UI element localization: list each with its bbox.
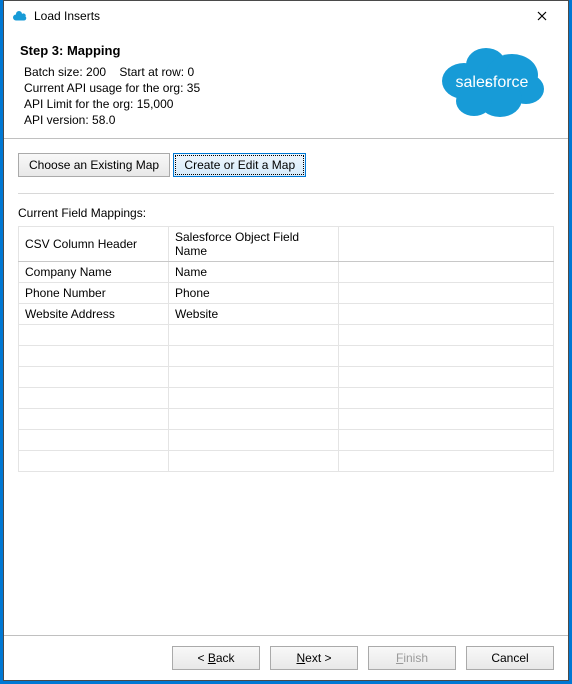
api-version-value: 58.0 (92, 113, 115, 127)
wizard-body: Choose an Existing Map Create or Edit a … (4, 139, 568, 635)
choose-existing-map-button[interactable]: Choose an Existing Map (18, 153, 170, 177)
cell-csv[interactable] (19, 367, 169, 388)
table-row[interactable]: Company NameName (19, 262, 554, 283)
next-button[interactable]: Next > (270, 646, 358, 670)
cell-extra[interactable] (339, 451, 554, 472)
cell-extra[interactable] (339, 367, 554, 388)
cell-extra[interactable] (339, 388, 554, 409)
col-extra-header[interactable] (339, 227, 554, 262)
start-row-label: Start at row: (119, 65, 184, 79)
close-button[interactable] (522, 2, 562, 30)
cell-csv[interactable] (19, 409, 169, 430)
create-edit-map-button[interactable]: Create or Edit a Map (173, 153, 306, 177)
table-row[interactable] (19, 367, 554, 388)
cancel-button[interactable]: Cancel (466, 646, 554, 670)
batch-size-label: Batch size: (24, 65, 83, 79)
cell-csv[interactable] (19, 325, 169, 346)
map-button-row: Choose an Existing Map Create or Edit a … (18, 153, 554, 177)
wizard-header: Step 3: Mapping Batch size: 200 Start at… (4, 31, 568, 138)
cell-sf[interactable] (169, 451, 339, 472)
back-button[interactable]: < Back (172, 646, 260, 670)
cell-csv[interactable]: Website Address (19, 304, 169, 325)
cell-csv[interactable] (19, 388, 169, 409)
api-limit-value: 15,000 (137, 97, 174, 111)
cell-extra[interactable] (339, 325, 554, 346)
cell-csv[interactable] (19, 451, 169, 472)
cell-sf[interactable] (169, 346, 339, 367)
cell-sf[interactable]: Website (169, 304, 339, 325)
table-row[interactable] (19, 451, 554, 472)
dialog-window: Load Inserts Step 3: Mapping Batch size:… (3, 0, 569, 681)
table-row[interactable]: Website AddressWebsite (19, 304, 554, 325)
cell-csv[interactable]: Company Name (19, 262, 169, 283)
body-divider (18, 193, 554, 194)
current-mappings-label: Current Field Mappings: (18, 206, 554, 220)
cell-extra[interactable] (339, 346, 554, 367)
table-header-row: CSV Column Header Salesforce Object Fiel… (19, 227, 554, 262)
cloud-icon (12, 10, 28, 22)
finish-button: Finish (368, 646, 456, 670)
batch-size-value: 200 (86, 65, 106, 79)
salesforce-logo-text: salesforce (456, 74, 529, 91)
table-row[interactable] (19, 409, 554, 430)
table-row[interactable] (19, 388, 554, 409)
table-row[interactable] (19, 346, 554, 367)
cell-csv[interactable]: Phone Number (19, 283, 169, 304)
cell-extra[interactable] (339, 304, 554, 325)
cell-sf[interactable]: Phone (169, 283, 339, 304)
cell-sf[interactable] (169, 325, 339, 346)
cell-extra[interactable] (339, 262, 554, 283)
table-row[interactable]: Phone NumberPhone (19, 283, 554, 304)
col-csv-header[interactable]: CSV Column Header (19, 227, 169, 262)
mappings-table: CSV Column Header Salesforce Object Fiel… (18, 226, 554, 472)
wizard-footer: < Back Next > Finish Cancel (4, 635, 568, 680)
cell-sf[interactable]: Name (169, 262, 339, 283)
api-limit-label: API Limit for the org: (24, 97, 133, 111)
cell-sf[interactable] (169, 430, 339, 451)
cell-csv[interactable] (19, 430, 169, 451)
api-version-label: API version: (24, 113, 89, 127)
api-usage-value: 35 (187, 81, 200, 95)
cell-extra[interactable] (339, 430, 554, 451)
start-row-value: 0 (187, 65, 194, 79)
titlebar: Load Inserts (4, 1, 568, 31)
cell-extra[interactable] (339, 409, 554, 430)
cell-sf[interactable] (169, 388, 339, 409)
window-title: Load Inserts (34, 9, 522, 23)
cell-extra[interactable] (339, 283, 554, 304)
api-usage-label: Current API usage for the org: (24, 81, 183, 95)
cell-sf[interactable] (169, 367, 339, 388)
col-sf-header[interactable]: Salesforce Object Field Name (169, 227, 339, 262)
cell-csv[interactable] (19, 346, 169, 367)
table-row[interactable] (19, 325, 554, 346)
salesforce-logo: salesforce (430, 39, 550, 126)
cell-sf[interactable] (169, 409, 339, 430)
table-row[interactable] (19, 430, 554, 451)
